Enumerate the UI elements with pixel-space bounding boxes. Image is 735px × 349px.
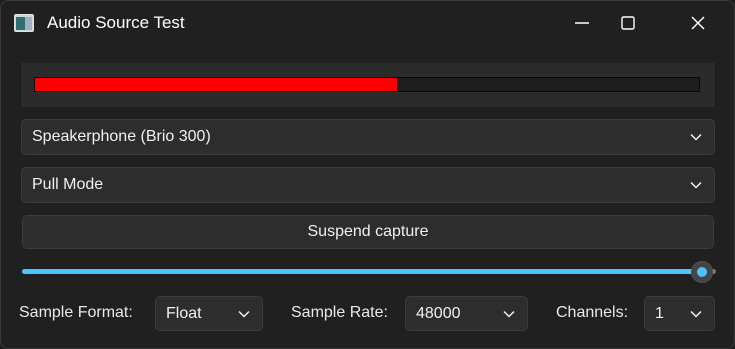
sample-format-label: Sample Format: (19, 304, 133, 321)
chevron-down-icon (690, 310, 702, 318)
slider-fill (22, 269, 703, 274)
chevron-down-icon (238, 310, 250, 318)
audio-source-test-window: Audio Source Test Speakerphone (Brio 300… (0, 0, 735, 349)
slider-thumb[interactable] (691, 261, 714, 283)
maximize-icon (621, 16, 635, 30)
close-button[interactable] (675, 1, 721, 45)
title-bar[interactable]: Audio Source Test (1, 1, 734, 45)
device-select[interactable]: Speakerphone (Brio 300) (21, 119, 715, 155)
close-icon (691, 16, 705, 30)
suspend-capture-button[interactable]: Suspend capture (22, 215, 714, 249)
chevron-down-icon (690, 181, 702, 189)
level-meter-panel (21, 63, 715, 107)
device-select-value: Speakerphone (Brio 300) (32, 128, 211, 145)
sample-rate-value: 48000 (416, 304, 461, 322)
app-window-icon (14, 14, 34, 32)
sample-format-value: Float (166, 304, 202, 322)
volume-slider[interactable] (22, 261, 716, 283)
level-meter-fill (35, 78, 397, 91)
chevron-down-icon (690, 133, 702, 141)
mode-select[interactable]: Pull Mode (21, 167, 715, 203)
chevron-down-icon (503, 310, 515, 318)
channels-value: 1 (655, 304, 664, 322)
sample-rate-label: Sample Rate: (291, 304, 388, 321)
sample-format-select[interactable]: Float (155, 296, 263, 331)
sample-rate-select[interactable]: 48000 (405, 296, 528, 331)
window-title: Audio Source Test (47, 13, 185, 32)
minimize-button[interactable] (559, 1, 605, 45)
maximize-button[interactable] (605, 1, 651, 45)
mode-select-value: Pull Mode (32, 176, 104, 193)
level-meter (34, 77, 700, 92)
minimize-icon (575, 22, 589, 24)
channels-select[interactable]: 1 (644, 296, 715, 331)
channels-label: Channels: (556, 304, 629, 321)
slider-track[interactable] (22, 269, 716, 274)
